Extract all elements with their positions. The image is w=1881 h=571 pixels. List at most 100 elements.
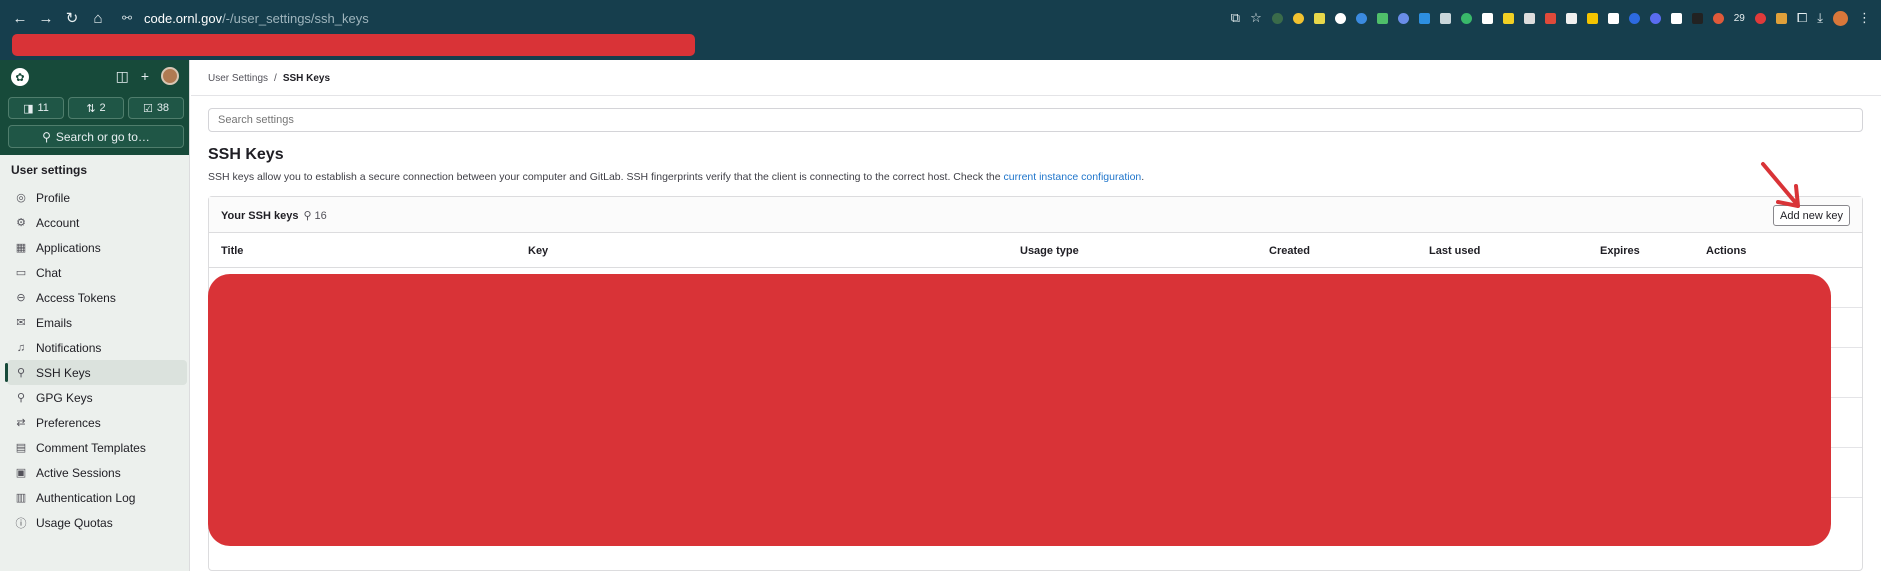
extension-icon[interactable]	[1292, 12, 1304, 24]
sidebar-item-usage-quotas[interactable]: ⓘ Usage Quotas	[0, 510, 187, 535]
extension-icon[interactable]	[1439, 12, 1451, 24]
extension-icon[interactable]	[1670, 12, 1682, 24]
reload-icon[interactable]: ↻	[62, 8, 82, 28]
extension-icon[interactable]	[1691, 12, 1703, 24]
home-icon[interactable]: ⌂	[88, 8, 108, 28]
column-header-key: Key	[528, 245, 549, 257]
applications-icon: ▦	[15, 242, 27, 254]
sidebar-item-authentication-log[interactable]: ▥ Authentication Log	[0, 485, 187, 510]
gitlab-logo-icon[interactable]: ✿	[11, 68, 29, 86]
merge-requests-count-button[interactable]: ⇅ 2	[68, 97, 124, 119]
sidebar-nav: ◎ Profile ⚙ Account ▦ Applications ▭ Chat ⊖ Acces…	[0, 185, 189, 535]
issues-count-button[interactable]: ◨ 11	[8, 97, 64, 119]
preferences-icon: ⇄	[16, 417, 26, 429]
log-icon: ▥	[15, 492, 27, 504]
sidebar-item-comment-templates[interactable]: ▤ Comment Templates	[0, 435, 187, 460]
plus-icon[interactable]: +	[141, 68, 149, 84]
extension-icon[interactable]	[1418, 12, 1430, 24]
page-title: SSH Keys	[208, 146, 284, 163]
extension-icon[interactable]	[1607, 12, 1619, 24]
sidebar-header: ✿ ◫ + ◨ 11 ⇅ 2 ☑ 38 ⚲ Search or go to…	[0, 60, 189, 155]
key-count: ⚲ 16	[303, 209, 327, 223]
sidebar: ✿ ◫ + ◨ 11 ⇅ 2 ☑ 38 ⚲ Search or go to… U…	[0, 60, 190, 571]
extension-icon[interactable]	[1586, 12, 1598, 24]
issues-icon: ◨	[23, 102, 34, 115]
sidebar-item-chat[interactable]: ▭ Chat	[0, 260, 187, 285]
card-header: Your SSH keys ⚲ 16 Add new key	[209, 197, 1862, 233]
address-bar[interactable]: ⚯ code.ornl.gov /-/user_settings/ssh_key…	[120, 11, 369, 26]
search-go-to-button[interactable]: ⚲ Search or go to…	[8, 125, 184, 148]
sidebar-item-label: Comment Templates	[36, 440, 146, 455]
sidebar-item-label: Notifications	[36, 340, 102, 355]
breadcrumb-parent[interactable]: User Settings	[208, 73, 268, 84]
collapse-sidebar-icon[interactable]: ◫	[116, 68, 129, 85]
email-icon: ✉	[16, 317, 26, 329]
column-header-usage-type: Usage type	[1020, 245, 1079, 257]
sidebar-item-label: Profile	[36, 190, 71, 205]
install-app-icon[interactable]: ⧉	[1231, 10, 1240, 26]
todo-icon: ☑	[142, 102, 153, 115]
sidebar-item-preferences[interactable]: ⇄ Preferences	[0, 410, 187, 435]
extension-icon[interactable]	[1565, 12, 1577, 24]
redaction-block	[208, 274, 1831, 546]
extensions-puzzle-icon[interactable]: ⧠	[1797, 10, 1807, 26]
sidebar-item-label: Emails	[36, 315, 73, 330]
sidebar-item-ssh-keys[interactable]: ⚲ SSH Keys	[5, 360, 187, 385]
extension-icon[interactable]	[1544, 12, 1556, 24]
breadcrumb: User Settings / SSH Keys	[208, 73, 330, 84]
merge-request-icon: ⇅	[86, 102, 96, 115]
url-domain: code.ornl.gov	[144, 10, 223, 26]
sidebar-item-label: SSH Keys	[36, 365, 91, 380]
extension-icon[interactable]	[1481, 12, 1493, 24]
column-header-last-used: Last used	[1429, 245, 1481, 257]
adblock-icon[interactable]	[1754, 12, 1766, 24]
avatar[interactable]	[161, 67, 179, 85]
card-title: Your SSH keys ⚲ 16	[221, 209, 327, 223]
sidebar-item-label: Usage Quotas	[36, 515, 113, 530]
sidebar-item-emails[interactable]: ✉ Emails	[0, 310, 187, 335]
browser-toolbar: ← → ↻ ⌂ ⚯ code.ornl.gov /-/user_settings…	[0, 0, 1881, 36]
extension-icon[interactable]	[1628, 12, 1640, 24]
sidebar-item-applications[interactable]: ▦ Applications	[0, 235, 187, 260]
key-icon: ⚲	[303, 210, 312, 222]
token-icon: ⊖	[16, 292, 26, 304]
extension-badge: 29	[1733, 12, 1745, 24]
extension-icon[interactable]	[1502, 12, 1514, 24]
site-info-icon[interactable]: ⚯	[120, 11, 134, 25]
extension-icon[interactable]	[1376, 12, 1388, 24]
search-settings-input[interactable]	[208, 108, 1863, 132]
extension-icon[interactable]	[1313, 12, 1325, 24]
sidebar-item-profile[interactable]: ◎ Profile	[0, 185, 187, 210]
sidebar-item-notifications[interactable]: ♫ Notifications	[0, 335, 187, 360]
kebab-menu-icon[interactable]: ⋮	[1858, 10, 1871, 26]
sidebar-item-access-tokens[interactable]: ⊖ Access Tokens	[0, 285, 187, 310]
sidebar-item-active-sessions[interactable]: ▣ Active Sessions	[0, 460, 187, 485]
extension-icon[interactable]	[1523, 12, 1535, 24]
extension-icon[interactable]	[1397, 12, 1409, 24]
extension-icon[interactable]	[1271, 12, 1283, 24]
breadcrumb-separator: /	[274, 73, 277, 84]
extension-icon[interactable]	[1649, 12, 1661, 24]
forward-icon[interactable]: →	[36, 8, 56, 28]
extension-icon[interactable]	[1355, 12, 1367, 24]
info-icon: ⓘ	[15, 517, 27, 530]
divider	[191, 95, 1881, 96]
instance-configuration-link[interactable]: current instance configuration	[1004, 171, 1142, 183]
profile-avatar-icon[interactable]	[1833, 10, 1848, 26]
back-icon[interactable]: ←	[10, 8, 30, 28]
bookmark-star-icon[interactable]: ☆	[1250, 10, 1262, 26]
search-icon: ⚲	[42, 129, 51, 144]
profile-icon: ◎	[16, 192, 26, 204]
extension-icon[interactable]	[1460, 12, 1472, 24]
sidebar-item-account[interactable]: ⚙ Account	[0, 210, 187, 235]
bell-icon: ♫	[16, 341, 26, 354]
extension-icon[interactable]	[1775, 12, 1787, 24]
annotation-arrow-icon	[1761, 162, 1800, 208]
download-icon[interactable]: ⤓	[1817, 10, 1823, 26]
sidebar-item-label: Active Sessions	[36, 465, 121, 480]
extension-icon[interactable]	[1334, 12, 1346, 24]
sidebar-item-label: Chat	[36, 265, 62, 280]
todos-count-button[interactable]: ☑ 38	[128, 97, 184, 119]
extension-icon[interactable]	[1712, 12, 1724, 24]
sidebar-item-gpg-keys[interactable]: ⚲ GPG Keys	[0, 385, 187, 410]
